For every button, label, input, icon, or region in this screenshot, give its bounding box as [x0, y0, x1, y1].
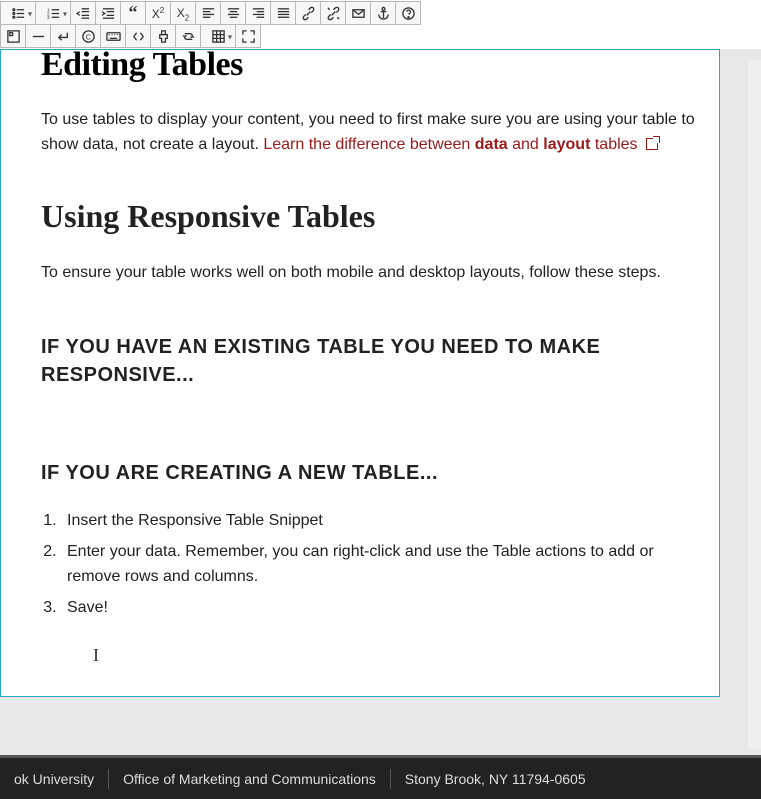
tbl-icon [211, 29, 226, 44]
dropdown-caret-icon: ▾ [63, 9, 67, 18]
footer-university[interactable]: ok University [0, 769, 109, 789]
anchor-icon [376, 6, 391, 21]
align-center-button[interactable] [220, 1, 246, 25]
code-button[interactable] [125, 24, 151, 48]
ol-icon: 123 [46, 6, 61, 21]
help-icon [401, 6, 416, 21]
help-button[interactable] [395, 1, 421, 25]
page-title: Editing Tables [41, 46, 711, 84]
text-cursor-icon: I [93, 645, 99, 666]
toolbar-row-2: C▾ [0, 24, 761, 48]
sub-icon: X2 [177, 4, 189, 22]
aj-icon [276, 6, 291, 21]
keyboard-button[interactable] [100, 24, 126, 48]
ordered-list-button[interactable]: 123▾ [35, 1, 71, 25]
svg-text:3: 3 [46, 15, 49, 20]
footer-address: Stony Brook, NY 11794-0605 [391, 769, 600, 789]
dropdown-caret-icon: ▾ [28, 9, 32, 18]
dropdown-caret-icon: ▾ [228, 32, 232, 41]
intro-paragraph: To use tables to display your content, y… [41, 108, 711, 158]
svg-text:C: C [85, 32, 91, 41]
plug-icon [156, 29, 171, 44]
indent-button[interactable] [95, 1, 121, 25]
plugin-button[interactable] [150, 24, 176, 48]
indent-icon [101, 6, 116, 21]
ar-icon [251, 6, 266, 21]
section-heading: Using Responsive Tables [41, 198, 711, 235]
outdent-icon [76, 6, 91, 21]
align-right-button[interactable] [245, 1, 271, 25]
table-button[interactable]: ▾ [200, 24, 236, 48]
align-left-button[interactable] [195, 1, 221, 25]
vertical-scrollbar[interactable] [748, 60, 761, 749]
blockquote-button[interactable]: “ [120, 1, 146, 25]
external-link-icon [646, 138, 658, 150]
object-button[interactable] [0, 24, 26, 48]
hr-button[interactable] [25, 24, 51, 48]
page-footer: ok University Office of Marketing and Co… [0, 755, 761, 799]
subsection-existing: IF YOU HAVE AN EXISTING TABLE YOU NEED T… [41, 333, 711, 389]
copyright-button[interactable]: C [75, 24, 101, 48]
list-item: Save! [61, 596, 711, 621]
kbd-icon [106, 29, 121, 44]
al-icon [201, 6, 216, 21]
section-intro: To ensure your table works well on both … [41, 261, 711, 286]
sup-icon: X2 [152, 5, 164, 21]
toolbar-row-1: ▾123▾“X2X2 [0, 1, 761, 25]
superscript-button[interactable]: X2 [145, 1, 171, 25]
list-item: Enter your data. Remember, you can right… [61, 540, 711, 590]
link-icon [301, 6, 316, 21]
unordered-list-button[interactable]: ▾ [0, 1, 36, 25]
full-icon [241, 29, 256, 44]
list-item: Insert the Responsive Table Snippet [61, 509, 711, 534]
ret-icon [56, 29, 71, 44]
editor-canvas[interactable]: Editing Tables To use tables to display … [0, 49, 761, 697]
steps-list: Insert the Responsive Table Snippet Enter… [41, 509, 711, 620]
repeat-button[interactable] [175, 24, 201, 48]
ac-icon [226, 6, 241, 21]
unlink-icon [326, 6, 341, 21]
ul-icon [11, 6, 26, 21]
outdent-button[interactable] [70, 1, 96, 25]
footer-office[interactable]: Office of Marketing and Communications [109, 769, 391, 789]
editor-toolbar: ▾123▾“X2X2 C▾ [0, 0, 761, 49]
unlink-button[interactable] [320, 1, 346, 25]
mail-icon [351, 6, 366, 21]
anchor-button[interactable] [370, 1, 396, 25]
quote-icon: “ [129, 5, 138, 21]
content-page[interactable]: Editing Tables To use tables to display … [0, 49, 720, 697]
align-justify-button[interactable] [270, 1, 296, 25]
copy-icon: C [81, 29, 96, 44]
rep-icon [181, 29, 196, 44]
subscript-button[interactable]: X2 [170, 1, 196, 25]
learn-difference-link[interactable]: Learn the difference between data and la… [263, 136, 658, 153]
fullscreen-button[interactable] [235, 24, 261, 48]
code-icon [131, 29, 146, 44]
hr-icon [31, 29, 46, 44]
link-button[interactable] [295, 1, 321, 25]
return-button[interactable] [50, 24, 76, 48]
email-button[interactable] [345, 1, 371, 25]
obj-icon [6, 29, 21, 44]
subsection-new: IF YOU ARE CREATING A NEW TABLE... [41, 459, 711, 487]
